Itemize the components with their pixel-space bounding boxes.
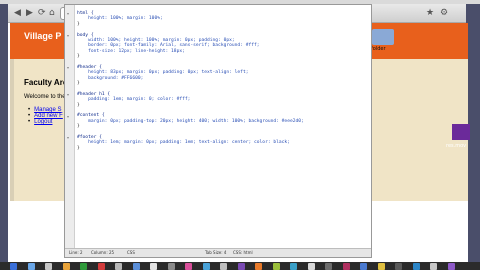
dock-app-icon[interactable] xyxy=(97,263,105,270)
dock-app-icon[interactable] xyxy=(115,263,122,270)
code-line[interactable]: height: 1em; margin: 0px; padding: 1em; … xyxy=(77,140,304,145)
back-icon[interactable]: ◀ xyxy=(14,8,21,18)
dock-app-icon[interactable] xyxy=(237,263,245,270)
dock-app-icon[interactable] xyxy=(27,263,35,270)
settings-icon[interactable]: ⚙ xyxy=(440,8,448,18)
dock-app-icon[interactable] xyxy=(255,263,262,270)
movie-file-icon[interactable] xyxy=(452,124,470,140)
dock-app-icon[interactable] xyxy=(377,263,385,270)
home-icon[interactable]: ⌂ xyxy=(49,8,55,18)
code-area[interactable]: html { height: 100%; margin: 100%;} body … xyxy=(77,11,304,157)
nav-links: Manage S Add new F Logout xyxy=(28,107,63,125)
status-tab-size[interactable]: Tab Size: 4 xyxy=(205,250,226,255)
dock-app-icon[interactable] xyxy=(342,263,350,270)
dock-app-icon[interactable] xyxy=(447,263,455,270)
fold-marker-icon[interactable]: ▾ xyxy=(67,114,69,119)
fold-marker-icon[interactable]: ▾ xyxy=(67,92,69,97)
dock-app-icon[interactable] xyxy=(220,263,227,270)
dock-app-icon[interactable] xyxy=(167,263,175,270)
dock-app-icon[interactable] xyxy=(132,263,140,270)
fold-marker-icon[interactable]: ▾ xyxy=(67,33,69,38)
dock-app-icon[interactable] xyxy=(395,263,402,270)
forward-icon[interactable]: ▶ xyxy=(26,8,33,18)
code-editor-window: ▾ ▾ ▾ ▾ ▾ ▾ html { height: 100%; margin: 100%… xyxy=(64,4,372,258)
fold-marker-icon[interactable]: ▾ xyxy=(67,11,69,16)
dock-app-icon[interactable] xyxy=(10,263,17,270)
movie-file-label: res.mov xyxy=(446,143,467,149)
dock-app-icon[interactable] xyxy=(45,263,52,270)
editor-gutter: ▾ ▾ ▾ ▾ ▾ ▾ xyxy=(65,5,75,251)
code-line[interactable]: margin: 0px; padding-top: 20px; height: … xyxy=(77,119,304,124)
status-language[interactable]: CSS xyxy=(127,250,135,255)
fold-marker-icon[interactable]: ▾ xyxy=(67,135,69,140)
dock-app-icon[interactable] xyxy=(272,263,280,270)
reload-icon[interactable]: ⟳ xyxy=(38,8,46,18)
site-title: Village P xyxy=(24,31,62,41)
dock-app-icon[interactable] xyxy=(290,263,297,270)
folder-label: folder xyxy=(371,46,386,52)
bookmark-icon[interactable]: ★ xyxy=(426,8,434,18)
dock-app-icon[interactable] xyxy=(202,263,210,270)
dock-app-icon[interactable] xyxy=(430,263,437,270)
dock-app-icon[interactable] xyxy=(412,263,420,270)
dock-app-icon[interactable] xyxy=(307,263,315,270)
dock-app-icon[interactable] xyxy=(360,263,367,270)
dock-app-icon[interactable] xyxy=(185,263,192,270)
welcome-text: Welcome to the xyxy=(24,94,66,100)
status-line: Line: 2 xyxy=(69,250,83,255)
dock-app-icon[interactable] xyxy=(325,263,332,270)
list-item: Logout xyxy=(28,119,63,125)
fold-marker-icon[interactable]: ▾ xyxy=(67,65,69,70)
dock-app-icon[interactable] xyxy=(80,263,87,270)
editor-status-bar: Line: 2 Column: 25 CSS Tab Size: 4 CSS: … xyxy=(65,248,371,257)
dock-app-icon[interactable] xyxy=(150,263,157,270)
status-symbol[interactable]: CSS: html xyxy=(233,250,253,255)
dock-app-icon[interactable] xyxy=(62,263,70,270)
status-column: Column: 25 xyxy=(91,250,115,255)
code-line[interactable] xyxy=(77,151,304,156)
folder-icon[interactable] xyxy=(372,29,394,45)
link-logout[interactable]: Logout xyxy=(34,119,52,125)
